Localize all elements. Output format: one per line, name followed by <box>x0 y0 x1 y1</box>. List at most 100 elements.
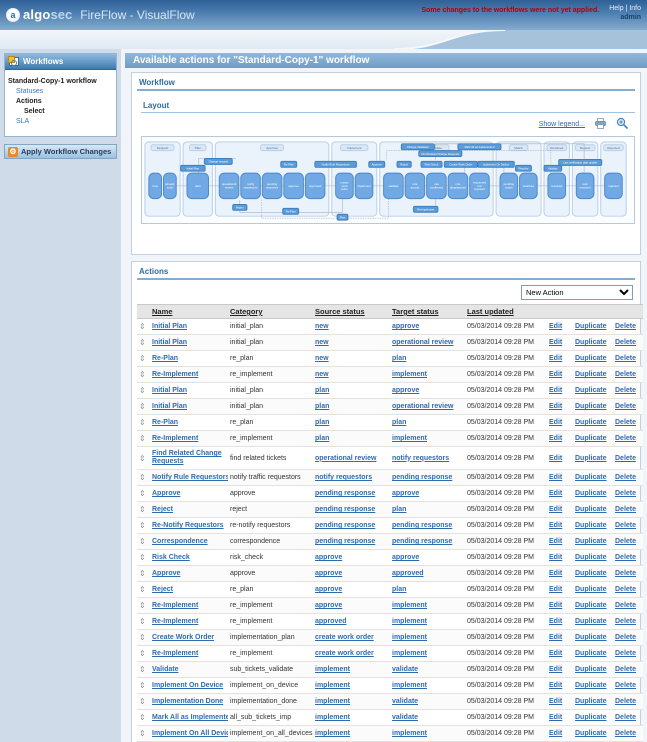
action-name-link[interactable]: Initial Plan <box>152 323 187 330</box>
duplicate-link[interactable]: Duplicate <box>575 339 607 346</box>
row-drag-handle-icon[interactable]: ⇕ <box>139 681 146 690</box>
duplicate-link[interactable]: Duplicate <box>575 538 607 545</box>
action-name-link[interactable]: Re-Implement <box>152 602 198 609</box>
row-drag-handle-icon[interactable]: ⇕ <box>139 697 146 706</box>
source-status-link[interactable]: implement <box>315 730 350 737</box>
action-pill[interactable]: Approve <box>369 161 385 167</box>
action-name-link[interactable]: Create Work Order <box>152 634 214 641</box>
col-header-name[interactable]: Name <box>150 305 228 319</box>
source-status-link[interactable]: approve <box>315 602 342 609</box>
source-status-link[interactable]: approved <box>315 618 347 625</box>
col-header-source-status[interactable]: Source status <box>313 305 390 319</box>
edit-link[interactable]: Edit <box>549 586 562 593</box>
action-name-link[interactable]: Initial Plan <box>152 339 187 346</box>
action-name-link[interactable]: Find Related Change Requests <box>152 450 222 465</box>
duplicate-link[interactable]: Duplicate <box>575 730 607 737</box>
delete-link[interactable]: Delete <box>615 490 636 497</box>
delete-link[interactable]: Delete <box>615 730 636 737</box>
sidebar-item-statuses[interactable]: Statuses <box>8 87 113 97</box>
action-pill[interactable]: Plan <box>337 214 348 220</box>
delete-link[interactable]: Delete <box>615 506 636 513</box>
row-drag-handle-icon[interactable]: ⇕ <box>139 713 146 722</box>
row-drag-handle-icon[interactable]: ⇕ <box>139 633 146 642</box>
status-node[interactable]: resolved <box>548 173 566 198</box>
new-action-select[interactable]: New Action <box>521 285 633 300</box>
status-node[interactable]: alreadyexist <box>164 173 177 198</box>
duplicate-link[interactable]: Duplicate <box>575 682 607 689</box>
action-name-link[interactable]: Initial Plan <box>152 387 187 394</box>
duplicate-link[interactable]: Duplicate <box>575 506 607 513</box>
action-pill[interactable]: Re-Plan <box>283 208 299 214</box>
duplicate-link[interactable]: Duplicate <box>575 522 607 529</box>
delete-link[interactable]: Delete <box>615 634 636 641</box>
action-name-link[interactable]: Re-Implement <box>152 371 198 378</box>
delete-link[interactable]: Delete <box>615 323 636 330</box>
delete-link[interactable]: Delete <box>615 618 636 625</box>
action-pill[interactable]: Risk Check <box>421 161 442 167</box>
duplicate-link[interactable]: Duplicate <box>575 355 607 362</box>
target-status-link[interactable]: operational review <box>392 403 453 410</box>
action-pill[interactable]: Re-Implement <box>413 206 437 212</box>
action-pill[interactable]: Re-Plan <box>281 161 297 167</box>
delete-link[interactable]: Delete <box>615 666 636 673</box>
action-pill[interactable]: Change request <box>204 158 232 164</box>
edit-link[interactable]: Edit <box>549 474 562 481</box>
target-status-link[interactable]: validate <box>392 666 418 673</box>
target-status-link[interactable]: approved <box>392 570 424 577</box>
duplicate-link[interactable]: Duplicate <box>575 666 607 673</box>
action-pill[interactable]: Find Related Change Requests <box>419 151 462 157</box>
action-name-link[interactable]: Risk Check <box>152 554 190 561</box>
duplicate-link[interactable]: Duplicate <box>575 371 607 378</box>
duplicate-link[interactable]: Duplicate <box>575 435 607 442</box>
status-node[interactable]: pendingmatch <box>500 173 518 198</box>
target-status-link[interactable]: validate <box>392 714 418 721</box>
delete-link[interactable]: Delete <box>615 538 636 545</box>
action-name-link[interactable]: Re-Implement <box>152 650 198 657</box>
apply-workflow-changes-button[interactable]: ⚙ Apply Workflow Changes <box>4 144 117 159</box>
delete-link[interactable]: Delete <box>615 474 636 481</box>
edit-link[interactable]: Edit <box>549 403 562 410</box>
row-drag-handle-icon[interactable]: ⇕ <box>139 386 146 395</box>
source-status-link[interactable]: new <box>315 371 329 378</box>
edit-link[interactable]: Edit <box>549 570 562 577</box>
target-status-link[interactable]: implement <box>392 682 427 689</box>
row-drag-handle-icon[interactable]: ⇕ <box>139 505 146 514</box>
source-status-link[interactable]: pending response <box>315 538 375 545</box>
target-status-link[interactable]: implement <box>392 435 427 442</box>
workflow-diagram[interactable]: RequestPlanApproveImplementValidateMatch… <box>141 136 635 224</box>
delete-link[interactable]: Delete <box>615 355 636 362</box>
row-drag-handle-icon[interactable]: ⇕ <box>139 585 146 594</box>
status-node[interactable]: plan <box>187 173 209 198</box>
source-status-link[interactable]: implement <box>315 682 350 689</box>
target-status-link[interactable]: pending response <box>392 522 452 529</box>
edit-link[interactable]: Edit <box>549 602 562 609</box>
action-pill[interactable]: Mark All as Implemented <box>458 144 501 150</box>
edit-link[interactable]: Edit <box>549 323 562 330</box>
row-drag-handle-icon[interactable]: ⇕ <box>139 370 146 379</box>
duplicate-link[interactable]: Duplicate <box>575 618 607 625</box>
target-status-link[interactable]: approve <box>392 554 419 561</box>
action-name-link[interactable]: Implementation Done <box>152 698 223 705</box>
target-status-link[interactable]: plan <box>392 419 406 426</box>
row-drag-handle-icon[interactable]: ⇕ <box>139 338 146 347</box>
delete-link[interactable]: Delete <box>615 570 636 577</box>
source-status-link[interactable]: implement <box>315 666 350 673</box>
edit-link[interactable]: Edit <box>549 714 562 721</box>
delete-link[interactable]: Delete <box>615 387 636 394</box>
row-drag-handle-icon[interactable]: ⇕ <box>139 454 146 463</box>
delete-link[interactable]: Delete <box>615 455 636 462</box>
status-node[interactable]: rejected <box>605 173 623 198</box>
duplicate-link[interactable]: Duplicate <box>575 570 607 577</box>
action-name-link[interactable]: Validate <box>152 666 178 673</box>
duplicate-link[interactable]: Duplicate <box>575 586 607 593</box>
target-status-link[interactable]: plan <box>392 355 406 362</box>
show-legend-link[interactable]: Show legend... <box>539 121 585 128</box>
edit-link[interactable]: Edit <box>549 355 562 362</box>
action-name-link[interactable]: Initial Plan <box>152 403 187 410</box>
delete-link[interactable]: Delete <box>615 435 636 442</box>
edit-link[interactable]: Edit <box>549 490 562 497</box>
delete-link[interactable]: Delete <box>615 602 636 609</box>
source-status-link[interactable]: implement <box>315 714 350 721</box>
row-drag-handle-icon[interactable]: ⇕ <box>139 729 146 738</box>
target-status-link[interactable]: notify requestors <box>392 455 449 462</box>
